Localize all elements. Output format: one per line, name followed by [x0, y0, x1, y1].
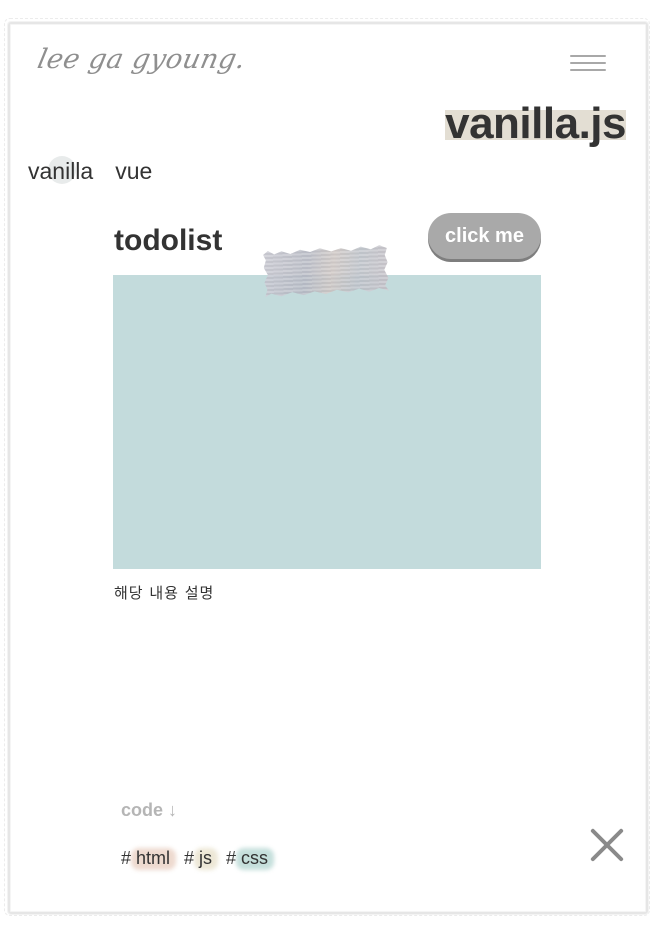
masking-tape-decoration: [263, 245, 389, 297]
page-title: vanilla.js: [445, 99, 626, 148]
tag-label: # html: [121, 848, 171, 868]
close-icon[interactable]: [588, 826, 626, 864]
site-logo[interactable]: lee ga gyoung.: [35, 44, 249, 75]
tag-css[interactable]: # css: [226, 846, 275, 870]
tag-html[interactable]: # html: [121, 846, 177, 870]
tag-label: # js: [184, 848, 213, 868]
click-me-button[interactable]: click me: [428, 213, 541, 259]
tape-texture: [263, 245, 389, 297]
page-title-wrap: vanilla.js: [445, 96, 626, 152]
tech-tags: # html # js # css: [121, 846, 275, 870]
tab-vue[interactable]: vue: [115, 156, 152, 186]
category-tabs: vanilla vue: [28, 156, 152, 186]
menu-line: [570, 69, 606, 71]
tab-label: vanilla: [28, 158, 94, 184]
tab-vanilla[interactable]: vanilla: [28, 156, 93, 186]
hamburger-menu-icon[interactable]: [570, 52, 606, 74]
menu-line: [570, 62, 606, 64]
project-preview-image[interactable]: [113, 275, 541, 569]
tab-label: vue: [115, 158, 153, 184]
tag-label: # css: [226, 848, 269, 868]
tag-js[interactable]: # js: [184, 846, 219, 870]
menu-line: [570, 55, 606, 57]
project-description: 해당 내용 설명: [114, 584, 215, 602]
project-title: todolist: [114, 224, 223, 257]
code-link[interactable]: code ↓: [121, 800, 177, 821]
